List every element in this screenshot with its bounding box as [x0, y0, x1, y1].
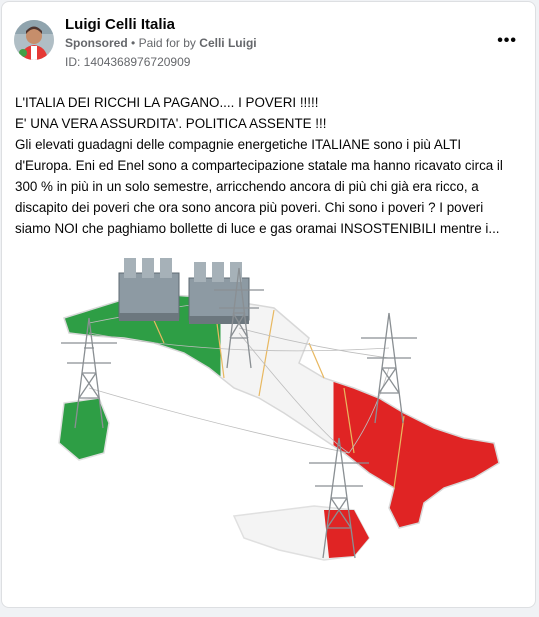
italy-mainland	[63, 292, 500, 529]
post-text-line: L'ITALIA DEI RICCHI LA PAGANO.... I POVE…	[15, 95, 319, 110]
more-options-icon[interactable]: •••	[497, 32, 517, 50]
separator-dot: •	[131, 36, 136, 50]
avatar-image	[14, 20, 54, 60]
sardinia-island	[58, 397, 110, 461]
post-text-line: E' UNA VERA ASSURDITA'. POLITICA ASSENTE…	[15, 116, 327, 131]
post-text-line: siamo NOI che paghiamo bollette di luce …	[15, 221, 500, 236]
post-text: L'ITALIA DEI RICCHI LA PAGANO.... I POVE…	[15, 92, 527, 239]
sponsored-line: Sponsored • Paid for by Celli Luigi	[65, 36, 257, 50]
post-text-line: discapito dei poveri che ora sono ancora…	[15, 200, 484, 215]
ad-post-card: Luigi Celli Italia Sponsored • Paid for …	[1, 1, 536, 608]
post-image[interactable]	[24, 238, 524, 598]
post-text-line: d'Europa. Eni ed Enel sono a compartecip…	[15, 158, 503, 173]
avatar[interactable]	[14, 20, 54, 60]
page-name[interactable]: Luigi Celli Italia	[65, 16, 175, 33]
post-text-line: 300 % in più in un solo semestre, arricc…	[15, 179, 479, 194]
substation-left	[118, 258, 180, 321]
paid-for-by-name[interactable]: Celli Luigi	[199, 36, 256, 50]
italy-power-grid-illustration	[58, 258, 500, 561]
ad-id: ID: 1404368976720909	[65, 55, 191, 69]
post-text-line: Gli elevati guadagni delle compagnie ene…	[15, 137, 462, 152]
sponsored-label[interactable]: Sponsored	[65, 36, 128, 50]
paid-for-by-prefix: Paid for by	[138, 36, 196, 50]
